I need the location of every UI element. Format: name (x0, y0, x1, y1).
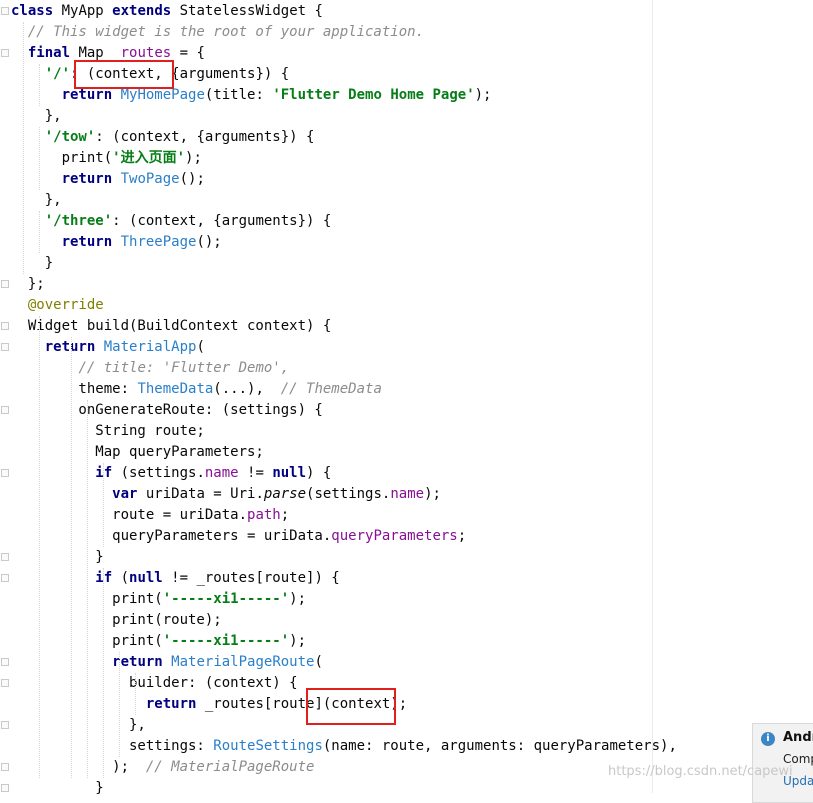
code-line: } (11, 255, 54, 271)
code-line: }, (11, 717, 146, 733)
code-line: Map queryParameters; (11, 444, 264, 460)
code-line: onGenerateRoute: (settings) { (11, 402, 323, 418)
indent-guide (39, 127, 40, 190)
code-line: return MaterialApp( (44, 339, 205, 355)
indent-guide (103, 568, 104, 778)
code-line: // title: 'Flutter Demo', (78, 360, 290, 376)
indent-guide (103, 463, 104, 547)
code-line: String route; (11, 423, 205, 439)
fold-marker[interactable] (1, 763, 9, 771)
indent-guide (39, 211, 40, 253)
indent-guide (119, 652, 120, 757)
code-line: print(route); (11, 612, 222, 628)
fold-marker[interactable] (1, 322, 9, 330)
notification-toast[interactable]: i Andro Comp Upda (752, 723, 813, 803)
indent-guide (71, 337, 72, 778)
fold-marker[interactable] (1, 406, 9, 414)
code-line: class MyApp extends StatelessWidget { (11, 3, 323, 19)
fold-marker[interactable] (1, 469, 9, 477)
code-line: } (11, 549, 104, 565)
code-line: settings: RouteSettings(name: route, arg… (11, 738, 677, 754)
fold-marker[interactable] (1, 784, 9, 792)
info-icon: i (761, 732, 775, 746)
indent-guide (39, 64, 40, 106)
code-line: print('-----xi1-----'); (11, 591, 307, 607)
code-line: } (11, 780, 104, 796)
fold-marker[interactable] (1, 49, 9, 57)
code-line: Widget build(BuildContext context) { (11, 318, 332, 334)
fold-marker[interactable] (1, 343, 9, 351)
code-line: queryParameters = uriData.queryParameter… (11, 528, 467, 544)
right-margin-guide (652, 0, 653, 793)
code-line: if (null != _routes[route]) { (95, 570, 340, 586)
code-line: return MaterialPageRoute( (112, 654, 323, 670)
code-line: builder: (context) { (11, 675, 298, 691)
indent-guide (87, 400, 88, 778)
code-line: @override (27, 297, 104, 313)
indent-guide (39, 316, 40, 778)
code-line: var uriData = Uri.parse(settings.name); (112, 486, 441, 502)
fold-marker[interactable] (1, 658, 9, 666)
fold-marker[interactable] (1, 7, 9, 15)
code-line: return ThreePage(); (61, 234, 222, 250)
code-line: '/tow': (context, {arguments}) { (44, 129, 315, 145)
code-line: return MyHomePage(title: 'Flutter Demo H… (61, 87, 492, 103)
code-line: ); // MaterialPageRoute (11, 759, 315, 775)
code-line: if (settings.name != null) { (95, 465, 332, 481)
code-line: }, (11, 192, 62, 208)
watermark: https://blog.csdn.net/capewi (608, 764, 793, 779)
code-line: '/': (context, {arguments}) { (44, 66, 290, 82)
code-line: // This widget is the root of your appli… (27, 24, 425, 40)
code-line: route = uriData.path; (11, 507, 290, 523)
fold-marker[interactable] (1, 721, 9, 729)
fold-marker[interactable] (1, 574, 9, 582)
code-editor[interactable]: class MyApp extends StatelessWidget { //… (0, 0, 813, 796)
code-line: }; (11, 276, 45, 292)
indent-guide (23, 22, 24, 274)
fold-marker[interactable] (1, 679, 9, 687)
indent-guide (135, 673, 136, 715)
code-line: }, (11, 108, 62, 124)
fold-marker[interactable] (1, 553, 9, 561)
code-line: final Map _routes = { (27, 45, 205, 61)
code-line: print('-----xi1-----'); (11, 633, 307, 649)
code-line: return TwoPage(); (61, 171, 205, 187)
notification-title: Andro (783, 730, 813, 745)
code-line: '/three': (context, {arguments}) { (44, 213, 332, 229)
fold-marker[interactable] (1, 280, 9, 288)
code-line: theme: ThemeData(...), // ThemeData (11, 381, 382, 397)
